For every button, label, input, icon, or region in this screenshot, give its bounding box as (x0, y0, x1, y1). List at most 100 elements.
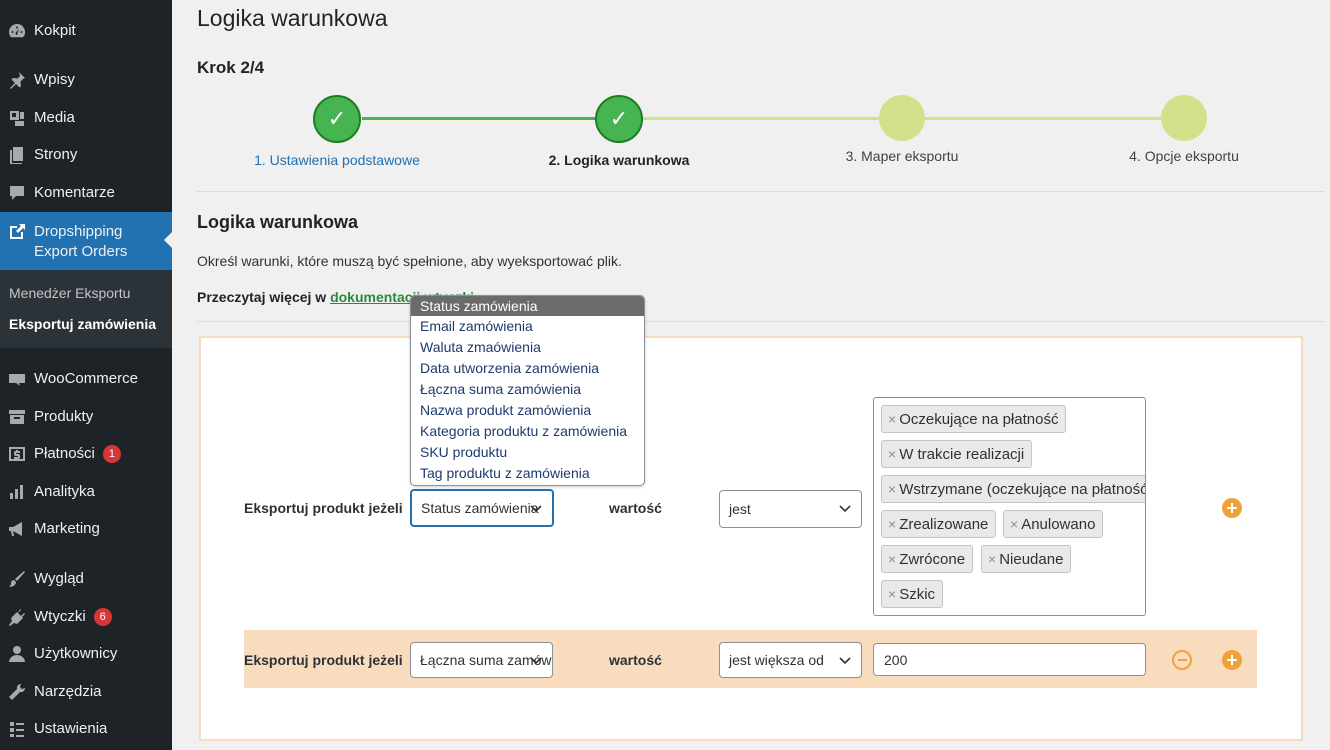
sidebar-item-produkty[interactable]: Produkty (0, 398, 172, 436)
field-dropdown-list[interactable]: Status zamówienia Email zamówienia Walut… (410, 295, 645, 486)
select-value: jest większa od (729, 652, 824, 668)
row-1-operator-select[interactable]: jest (719, 490, 862, 528)
dashboard-icon (0, 21, 34, 41)
remove-condition-icon[interactable] (1172, 650, 1192, 670)
sidebar-item-marketing[interactable]: Marketing (0, 510, 172, 548)
admin-sidebar: Kokpit Wpisy Media Strony Komentarze Dro… (0, 0, 172, 750)
tag[interactable]: × Anulowano (1003, 510, 1104, 538)
remove-tag-icon[interactable]: × (1010, 516, 1018, 532)
external-link-icon (0, 222, 34, 242)
notification-badge: 1 (102, 445, 121, 463)
dollar-icon (0, 444, 34, 464)
notification-badge: 6 (93, 608, 112, 626)
comments-icon (0, 183, 34, 203)
add-condition-icon[interactable] (1222, 650, 1242, 670)
remove-tag-icon[interactable]: × (888, 481, 896, 497)
step-4-label: 4. Opcje eksportu (1129, 148, 1239, 164)
dropdown-option[interactable]: SKU produktu (411, 442, 644, 463)
sidebar-item-wtyczki[interactable]: Wtyczki 6 (0, 598, 172, 636)
sidebar-item-woocommerce[interactable]: WooCommerce (0, 360, 172, 398)
dropdown-option[interactable]: Email zamówienia (411, 316, 644, 337)
sidebar-item-label: Narzędzia (34, 683, 102, 700)
chevron-down-icon (839, 505, 851, 513)
check-icon: ✓ (609, 106, 629, 131)
submenu: Menedżer Eksportu Eksportuj zamówienia (0, 270, 172, 348)
tag[interactable]: × Nieudane (981, 545, 1072, 573)
brush-icon (0, 569, 34, 589)
sidebar-item-dropshipping[interactable]: Dropshipping Export Orders (0, 212, 172, 270)
sidebar-item-label: Kokpit (34, 22, 76, 39)
sidebar-item-label: Wtyczki (34, 608, 86, 625)
step-1-label[interactable]: 1. Ustawienia podstawowe (227, 152, 447, 168)
remove-tag-icon[interactable]: × (888, 586, 896, 602)
sidebar-item-wyglad[interactable]: Wygląd (0, 560, 172, 598)
bar-chart-icon (0, 482, 34, 502)
sidebar-item-label: Dropshipping Export Orders (34, 223, 128, 260)
remove-tag-icon[interactable]: × (888, 446, 896, 462)
row-1-label: Eksportuj produkt jeżeli (244, 500, 403, 516)
archive-icon (0, 407, 34, 427)
step-4-circle[interactable] (1161, 95, 1207, 141)
remove-tag-icon[interactable]: × (888, 411, 896, 427)
row-1-value-label: wartość (609, 500, 662, 516)
settings-icon (0, 719, 34, 739)
sidebar-item-label: Media (34, 109, 75, 126)
tag[interactable]: × Szkic (881, 580, 944, 608)
add-condition-icon[interactable] (1222, 498, 1242, 518)
divider (197, 321, 1325, 322)
sidebar-item-label: Strony (34, 146, 78, 163)
sidebar-item-wpisy[interactable]: Wpisy (0, 61, 172, 99)
dropdown-option[interactable]: Kategoria produktu z zamówienia (411, 421, 644, 442)
tag[interactable]: × W trakcie realizacji (881, 440, 1033, 468)
sidebar-item-platnosci[interactable]: Płatności 1 (0, 435, 172, 473)
sidebar-item-label: Komentarze (34, 184, 115, 201)
dropdown-option[interactable]: Waluta zmaówienia (411, 337, 644, 358)
plug-icon (0, 607, 34, 627)
sidebar-item-narzedzia[interactable]: Narzędzia (0, 673, 172, 711)
chevron-down-icon (530, 657, 542, 665)
tag[interactable]: × Oczekujące na płatność (881, 405, 1067, 433)
sidebar-item-label: Użytkownicy (34, 645, 118, 662)
step-2-label: 2. Logika warunkowa (548, 152, 690, 168)
tag[interactable]: × Wstrzymane (oczekujące na płatność) (881, 475, 1145, 503)
row-2-field-select[interactable]: Łączna suma zamówienia (410, 642, 553, 678)
pin-icon (0, 70, 34, 90)
remove-tag-icon[interactable]: × (888, 516, 896, 532)
submenu-item-export[interactable]: Eksportuj zamówienia (9, 316, 156, 332)
divider (197, 191, 1325, 192)
pages-icon (0, 145, 34, 165)
remove-tag-icon[interactable]: × (988, 551, 996, 567)
check-icon: ✓ (327, 106, 347, 131)
dropdown-option[interactable]: Data utworzenia zamówienia (411, 358, 644, 379)
sidebar-item-kokpit[interactable]: Kokpit (0, 12, 172, 50)
step-3-circle[interactable] (879, 95, 925, 141)
step-3-label: 3. Maper eksportu (845, 148, 959, 164)
tag[interactable]: × Zwrócone (881, 545, 974, 573)
sidebar-item-komentarze[interactable]: Komentarze (0, 174, 172, 212)
tag[interactable]: × Zrealizowane (881, 510, 997, 538)
dropdown-option[interactable]: Nazwa produkt zamówienia (411, 400, 644, 421)
dropdown-option[interactable]: Tag produktu z zamówienia (411, 463, 644, 484)
step-2-circle[interactable]: ✓ (595, 95, 643, 143)
sidebar-item-label: Produkty (34, 408, 94, 425)
sidebar-item-uzytkownicy[interactable]: Użytkownicy (0, 635, 172, 673)
row-1-status-multiselect[interactable]: × Oczekujące na płatność × W trakcie reali… (873, 397, 1146, 616)
chevron-down-icon (530, 505, 542, 513)
sidebar-item-strony[interactable]: Strony (0, 136, 172, 174)
sidebar-item-label: Wpisy (34, 71, 75, 88)
row-2-operator-select[interactable]: jest większa od (719, 642, 862, 678)
dropdown-option[interactable]: Status zamówienia (411, 296, 644, 316)
media-icon (0, 108, 34, 128)
remove-tag-icon[interactable]: × (888, 551, 896, 567)
step-1-circle[interactable]: ✓ (313, 95, 361, 143)
row-2-value-input[interactable]: 200 (873, 643, 1146, 676)
sidebar-item-media[interactable]: Media (0, 99, 172, 137)
sidebar-item-analityka[interactable]: Analityka (0, 473, 172, 511)
row-1-field-select[interactable]: Status zamówienia (410, 489, 554, 527)
submenu-item-manager[interactable]: Menedżer Eksportu (9, 285, 130, 301)
sidebar-item-ustawienia[interactable]: Ustawienia (0, 710, 172, 748)
dropdown-option[interactable]: Łączna suma zamówienia (411, 379, 644, 400)
wrench-icon (0, 682, 34, 702)
sidebar-item-label: Płatności (34, 445, 95, 462)
megaphone-icon (0, 519, 34, 539)
